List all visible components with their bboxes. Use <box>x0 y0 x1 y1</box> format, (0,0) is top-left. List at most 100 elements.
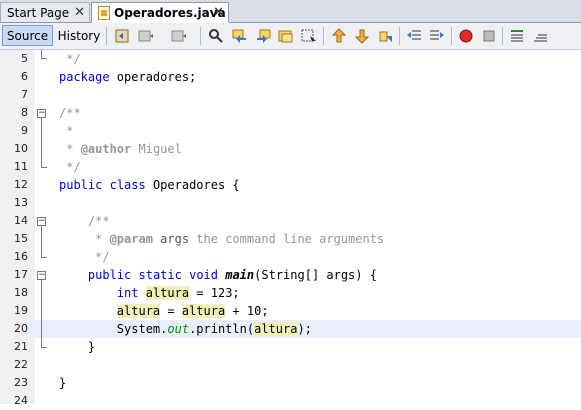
line-text: * @param args the command line arguments <box>59 232 385 246</box>
current-code-line: 20 System.out.println(altura); <box>0 320 581 338</box>
find-icon[interactable] <box>208 28 224 44</box>
line-text: } <box>59 340 96 354</box>
line-text: altura = altura + 10; <box>116 304 269 318</box>
next-bookmark-icon[interactable] <box>354 28 370 44</box>
code-line: 12 public class Operadores { <box>0 176 581 194</box>
last-edit-icon[interactable] <box>114 28 130 44</box>
editor-toolbar: Source History <box>0 23 581 50</box>
line-number: 10 <box>14 142 28 155</box>
line-number: 20 <box>0 320 28 338</box>
code-line: 14 /** <box>0 212 581 230</box>
fold-toggle-icon[interactable]: − <box>37 271 46 280</box>
code-line: 5 */ <box>0 50 581 68</box>
toggle-highlight-icon[interactable] <box>278 28 294 44</box>
code-line: 24 <box>0 392 581 410</box>
toolbar-separator <box>399 27 400 45</box>
fold-toggle-icon[interactable]: − <box>37 217 46 226</box>
line-number: 6 <box>21 70 28 83</box>
code-line: 8 /** <box>0 104 581 122</box>
close-icon[interactable]: ✕ <box>74 5 85 20</box>
line-text: */ <box>59 250 110 264</box>
java-file-icon <box>98 5 110 20</box>
stop-macro-recording-icon[interactable] <box>481 28 497 44</box>
fold-toggle-icon[interactable]: − <box>37 109 46 118</box>
code-line: 10 * @author Miguel <box>0 140 581 158</box>
fold-end <box>41 58 47 59</box>
find-previous-icon[interactable] <box>232 28 248 44</box>
tab-operadores-java[interactable]: Operadores.java ✕ <box>91 2 229 23</box>
line-text: * <box>59 124 74 138</box>
line-text: /** <box>59 214 110 228</box>
toolbar-separator <box>323 27 324 45</box>
fold-end <box>41 167 47 168</box>
line-number: 7 <box>21 88 28 101</box>
history-button[interactable]: History <box>56 25 102 46</box>
fold-guide <box>41 226 42 257</box>
code-line: 19 altura = altura + 10; <box>0 302 581 320</box>
source-button[interactable]: Source <box>2 25 53 46</box>
comment-icon[interactable] <box>509 28 525 44</box>
line-number: 5 <box>21 52 28 65</box>
code-line: 7 <box>0 86 581 104</box>
line-number: 14 <box>14 214 28 227</box>
line-number: 24 <box>14 394 28 407</box>
line-number: 8 <box>21 106 28 119</box>
toggle-rectangular-selection-icon[interactable] <box>301 28 317 44</box>
line-number: 11 <box>14 160 28 173</box>
back-icon[interactable] <box>137 28 153 44</box>
line-number: 22 <box>14 358 28 371</box>
fold-end <box>41 347 47 348</box>
fold-guide <box>41 280 42 347</box>
editor-tab-bar: Start Page ✕ Operadores.java ✕ <box>0 0 581 23</box>
toolbar-separator <box>200 27 201 45</box>
forward-icon[interactable] <box>170 28 186 44</box>
code-line: 22 <box>0 356 581 374</box>
code-line: 16 */ <box>0 248 581 266</box>
line-number: 23 <box>14 376 28 389</box>
line-text: * @author Miguel <box>59 142 182 156</box>
line-number: 17 <box>14 268 28 281</box>
tab-label: Start Page <box>7 5 70 20</box>
code-line: 11 */ <box>0 158 581 176</box>
line-text: } <box>59 376 67 390</box>
toolbar-separator <box>502 27 503 45</box>
line-text: package operadores; <box>59 70 197 84</box>
fold-guide <box>41 50 42 58</box>
toolbar-separator <box>451 27 452 45</box>
tab-label: Operadores.java <box>114 5 226 20</box>
previous-bookmark-icon[interactable] <box>331 28 347 44</box>
toggle-bookmark-icon[interactable] <box>377 28 393 44</box>
code-line: 17 public static void main(String[] args… <box>0 266 581 284</box>
code-editor[interactable]: 5 */ 6 package operadores; 7 8 /** 9 * 1… <box>0 50 581 407</box>
shift-line-left-icon[interactable] <box>406 28 422 44</box>
code-line: 21 } <box>0 338 581 356</box>
uncomment-icon[interactable] <box>532 28 548 44</box>
toolbar-separator <box>106 27 107 45</box>
find-next-icon[interactable] <box>255 28 271 44</box>
line-number: 15 <box>14 232 28 245</box>
code-line: 6 package operadores; <box>0 68 581 86</box>
code-line: 15 * @param args the command line argume… <box>0 230 581 248</box>
line-text: int altura = 123; <box>116 286 240 300</box>
line-text: */ <box>59 52 81 66</box>
line-text: public static void main(String[] args) { <box>87 268 377 282</box>
line-text: System.out.println(altura); <box>59 322 312 336</box>
code-line: 13 <box>0 194 581 212</box>
line-number: 9 <box>21 124 28 137</box>
close-icon[interactable]: ✕ <box>213 5 224 20</box>
line-text: /** <box>59 106 81 120</box>
code-line: 9 * <box>0 122 581 140</box>
line-text: public class Operadores { <box>59 178 240 192</box>
line-number: 19 <box>14 304 28 317</box>
line-number: 12 <box>14 178 28 191</box>
code-line: 18 int altura = 123; <box>0 284 581 302</box>
line-text: */ <box>59 160 81 174</box>
line-number: 16 <box>14 250 28 263</box>
line-number: 21 <box>14 340 28 353</box>
tab-start-page[interactable]: Start Page ✕ <box>0 2 90 22</box>
shift-line-right-icon[interactable] <box>429 28 445 44</box>
fold-guide <box>41 118 42 167</box>
code-line: 23 } <box>0 374 581 392</box>
fold-end <box>41 257 47 258</box>
start-macro-recording-icon[interactable] <box>458 28 474 44</box>
